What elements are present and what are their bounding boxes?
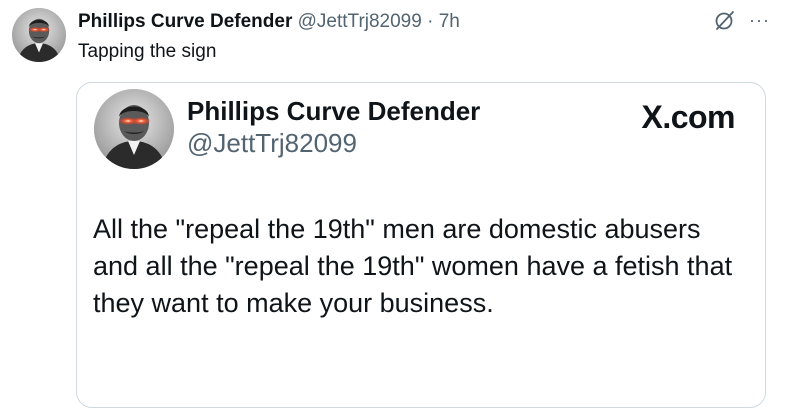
tweet-header-actions: ··· xyxy=(713,8,770,32)
card-avatar xyxy=(94,89,174,169)
profile-photo-icon xyxy=(12,8,66,62)
grok-icon[interactable] xyxy=(713,8,737,32)
profile-photo-icon xyxy=(94,89,174,169)
quoted-image-card[interactable]: Phillips Curve Defender @JettTrj82099 X.… xyxy=(76,82,766,408)
more-options-icon[interactable]: ··· xyxy=(749,11,770,29)
card-post-text: All the "repeal the 19th" men are domest… xyxy=(93,214,733,318)
tweet-text: Tapping the sign xyxy=(78,41,217,62)
separator-dot: · xyxy=(427,11,434,32)
tweet: Phillips Curve Defender @JettTrj82099 · … xyxy=(0,0,786,414)
author-avatar[interactable] xyxy=(12,8,66,62)
tweet-timestamp[interactable]: 7h xyxy=(439,11,460,32)
author-handle[interactable]: @JettTrj82099 xyxy=(298,11,422,32)
author-display-name[interactable]: Phillips Curve Defender xyxy=(78,11,292,32)
card-display-name: Phillips Curve Defender xyxy=(187,96,481,126)
x-com-logo: X.com xyxy=(641,99,735,135)
card-handle: @JettTrj82099 xyxy=(187,128,357,158)
tweet-header: Phillips Curve Defender @JettTrj82099 · … xyxy=(78,10,460,34)
